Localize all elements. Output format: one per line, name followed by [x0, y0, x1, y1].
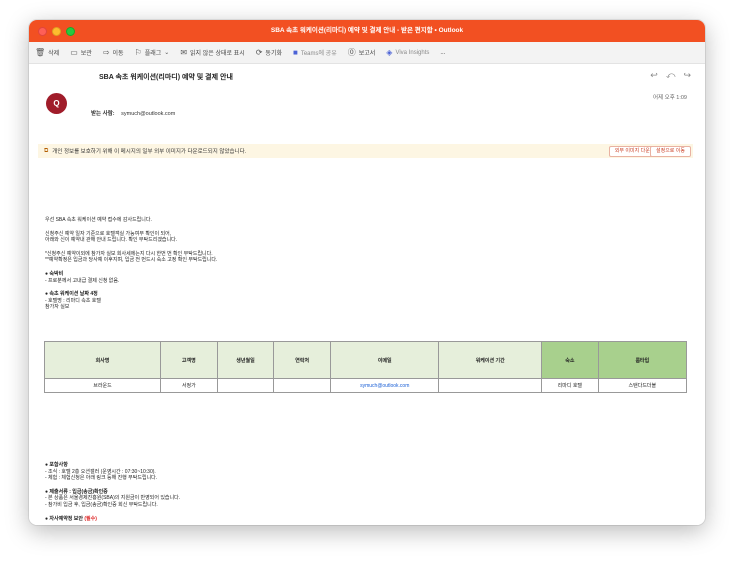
more-options-button[interactable]: ...: [440, 50, 445, 56]
share-teams-button[interactable]: ■ Teams에 공유: [293, 48, 337, 57]
table-cell: [216, 378, 275, 393]
recipient-address[interactable]: symuch@outlook.com: [121, 111, 175, 117]
viva-insights-button[interactable]: ◈ Viva Insights: [386, 47, 430, 57]
required-tag: (필수): [84, 515, 97, 522]
table-header-cell: 워케이션 기간: [438, 341, 542, 379]
reservation-table: 회사명 고객명 생년월일 연락처 이메일 워케이션 기간 숙소 룸타입 브라운드…: [44, 341, 688, 393]
body-line: - 체험 : 체험신청은 아래 링크 등해 진행 부탁드립니다.: [45, 475, 158, 482]
table-cell: 리마디 호텔: [540, 378, 599, 393]
section-heading: ● 숙박비: [45, 270, 64, 277]
sync-button[interactable]: ⟳ 동기화: [256, 48, 282, 57]
section-heading-text: ● 자사예약정 보안: [45, 515, 83, 522]
go-to-settings-button[interactable]: 설정으로 이동: [650, 146, 691, 157]
reply-icon[interactable]: ↩: [650, 70, 658, 81]
body-line: **예약확정은 입금과 당사예 이후지며, 입금 전 먼드시 숙소 고정 확인 …: [45, 257, 218, 264]
body-line: 우선 SBA 속초 워케이션 예약 접수에 감사드립니다.: [45, 217, 152, 223]
sync-label: 동기화: [265, 51, 282, 57]
title-bar: SBA 속초 워케이션(리마디) 예약 및 결제 안내 - 받은 편지함 • O…: [29, 20, 705, 42]
body-line: - 프로분께서 고내급 결제 신청 없음.: [45, 277, 120, 284]
table-row: 브라운드 서정가 symuch@outlook.com 리마디 호텔 스탠다드더…: [44, 378, 688, 393]
move-button[interactable]: ⇨ 이동: [103, 48, 124, 57]
table-header-cell: 연락처: [273, 341, 332, 379]
message-datetime: 어제 오후 1:09: [652, 95, 687, 101]
recipient-line: 받는 사람: symuch@outlook.com: [91, 109, 175, 117]
teams-icon: ■: [292, 47, 298, 57]
body-line: - 본 상품은 서울경제진흥원(SBA)의 지원금이 반영되어 있습니다.: [45, 495, 181, 502]
archive-button[interactable]: ▭ 보관: [70, 48, 92, 57]
mark-unread-label: 읽지 않은 상태로 표시: [190, 51, 245, 57]
table-header-cell: 이메일: [330, 341, 440, 379]
email-link[interactable]: symuch@outlook.com: [360, 383, 409, 389]
chevron-down-icon[interactable]: ⌄: [164, 49, 169, 56]
table-header-cell: 숙소: [540, 341, 599, 379]
move-label: 이동: [112, 51, 124, 57]
flag-icon: ⚐: [134, 47, 142, 57]
table-header-cell: 생년월일: [216, 341, 275, 379]
window-title: SBA 속초 워케이션(리마디) 예약 및 결제 안내 - 받은 편지함 • O…: [270, 27, 464, 34]
table-cell: 스탠다드더블: [597, 378, 688, 393]
table-cell: [438, 378, 542, 393]
table-cell: 브라운드: [44, 378, 161, 393]
reading-pane: SBA 속초 워케이션(리마디) 예약 및 결제 안내 ↩ ⤺ ↪ Q 어제 오…: [29, 65, 705, 525]
flag-button[interactable]: ⚐ 플래그 ⌄: [135, 48, 170, 57]
body-line: - 참가비 입금 후, 입금(송금)확인증 회신 부탁드립니다.: [45, 501, 158, 508]
sync-icon: ⟳: [255, 47, 263, 57]
section-heading: ● 속초 워케이션 날짜 4정: [45, 291, 98, 298]
table-header-row: 회사명 고객명 생년월일 연락처 이메일 워케이션 기간 숙소 룸타입: [44, 341, 688, 379]
reply-actions: ↩ ⤺ ↪: [650, 70, 691, 81]
forward-icon[interactable]: ↪: [683, 70, 691, 81]
table-header-cell: 회사명: [44, 341, 161, 379]
recipient-label: 받는 사람:: [91, 111, 115, 117]
reply-all-icon[interactable]: ⤺: [666, 70, 676, 81]
more-icon: ...: [440, 49, 446, 56]
body-line: 아래와 신이 예약내 관해 안내 드립니다. 확인 부탁드리겠습니다.: [45, 237, 178, 244]
archive-icon: ▭: [70, 47, 78, 57]
viva-insights-icon: ◈: [386, 47, 393, 57]
table-cell: symuch@outlook.com: [330, 378, 440, 393]
table-cell: [273, 378, 332, 393]
image-blocked-icon: ⧉: [44, 147, 49, 154]
message-toolbar: 🗑 삭제 ▭ 보관 ⇨ 이동 ⚐ 플래그 ⌄ ✉ 읽지 않은 상태로 표시 ⟳ …: [29, 42, 705, 64]
report-icon: ⓪: [347, 47, 356, 57]
section-heading: ● 포함사항: [45, 462, 68, 468]
delete-button[interactable]: 🗑 삭제: [35, 48, 59, 57]
infobar-message: 개인 정보를 보호하기 위해 이 메시지의 일부 외부 이미지가 다운로드되지 …: [52, 149, 247, 155]
move-icon: ⇨: [102, 47, 110, 57]
envelope-icon: ✉: [180, 47, 188, 57]
mark-unread-button[interactable]: ✉ 읽지 않은 상태로 표시: [180, 48, 244, 57]
table-cell: 서정가: [159, 378, 218, 393]
outlook-window: SBA 속초 워케이션(리마디) 예약 및 결제 안내 - 받은 편지함 • O…: [29, 20, 705, 525]
report-label: 보고서: [358, 51, 376, 57]
section-heading: ● 자사예약정 보안 (필수): [45, 516, 685, 523]
table-header-cell: 룸타입: [597, 341, 688, 379]
body-line: - 호텔명 : 리마디 속초 호텔: [45, 297, 102, 304]
trash-icon: 🗑: [35, 47, 46, 57]
body-line: 참가자 실보: [45, 304, 70, 311]
external-images-infobar: ⧉ 개인 정보를 보호하기 위해 이 메시지의 일부 외부 이미지가 다운로드되…: [38, 144, 693, 158]
archive-label: 보관: [80, 51, 92, 57]
message-body: 우선 SBA 속초 워케이션 예약 접수에 감사드립니다. 신청주신 예약 일자…: [45, 217, 685, 311]
sender-avatar[interactable]: Q: [46, 93, 67, 114]
report-button[interactable]: ⓪ 보고서: [348, 48, 376, 57]
message-body-continued: ● 포함사항 - 조식 : 호텔 2층 오션갤러 (운영시간 : 07:30~1…: [45, 462, 685, 522]
message-subject: SBA 속초 워케이션(리마디) 예약 및 결제 안내: [99, 74, 233, 81]
share-teams-label: Teams에 공유: [300, 51, 337, 57]
delete-label: 삭제: [48, 51, 60, 57]
table-header-cell: 고객명: [159, 341, 218, 379]
viva-insights-label: Viva Insights: [395, 49, 430, 56]
flag-label: 플래그: [144, 51, 162, 57]
